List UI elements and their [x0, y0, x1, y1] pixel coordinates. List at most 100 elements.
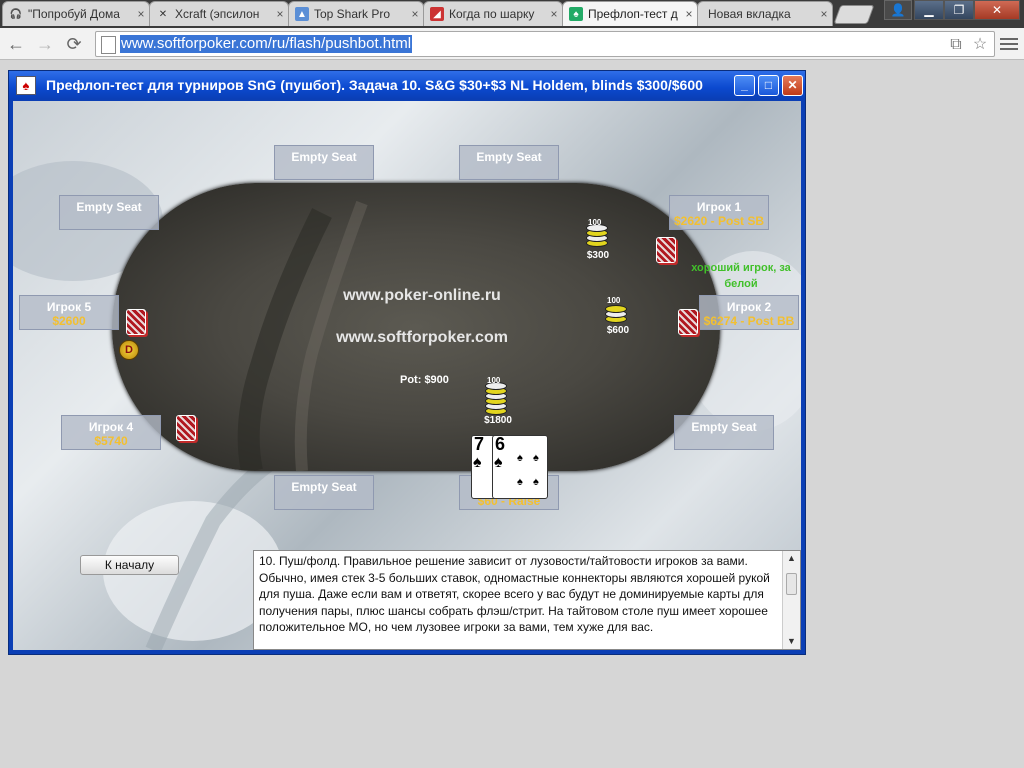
site-watermark-1: www.poker-online.ru	[343, 287, 501, 304]
player-stack: $2620 - Post SB	[673, 214, 765, 228]
app-window: ♠ Префлоп-тест для турниров SnG (пушбот)…	[8, 70, 806, 655]
tab-label: Префлоп-тест д	[588, 7, 678, 21]
explanation-text: 10. Пуш/фолд. Правильное решение зависит…	[259, 554, 770, 634]
site-watermark-2: www.softforpoker.com	[336, 329, 508, 346]
new-tab-button[interactable]	[833, 5, 875, 24]
seat-player2: Игрок 2 $6274 - Post BB	[699, 295, 799, 330]
player-stack: $6274 - Post BB	[703, 314, 795, 328]
tab-xcraft[interactable]: ✕ Xcraft (эпсилон ×	[149, 1, 289, 26]
seat-label: Empty Seat	[476, 150, 542, 164]
bet-amount: $600	[606, 325, 630, 336]
empty-seat[interactable]: Empty Seat	[274, 145, 374, 180]
seat-player1: Игрок 1 $2620 - Post SB	[669, 195, 769, 230]
explanation-box[interactable]: 10. Пуш/фолд. Правильное решение зависит…	[253, 550, 801, 650]
seat-label: Empty Seat	[691, 420, 757, 434]
page-icon	[101, 36, 116, 54]
window-close-button[interactable]: ✕	[974, 0, 1020, 20]
tab-label: Xcraft (эпсилон	[175, 7, 260, 21]
empty-seat[interactable]: Empty Seat	[459, 145, 559, 180]
tab-label: "Попробуй Дома	[28, 7, 120, 21]
chip-stack-icon: 100	[485, 376, 507, 415]
scroll-up-icon[interactable]: ▲	[783, 551, 800, 566]
scrollbar[interactable]: ▲ ▼	[782, 551, 800, 649]
spade-icon: ♠	[517, 452, 523, 464]
app-minimize-button[interactable]: _	[734, 75, 755, 96]
spade-icon: ♠	[533, 452, 539, 464]
chip-stack-icon: 100	[586, 218, 608, 247]
back-to-start-button[interactable]: К началу	[80, 555, 179, 575]
tab-popробуй[interactable]: 🎧 "Попробуй Дома ×	[2, 1, 150, 26]
tab-kogda-po-sharku[interactable]: ◢ Когда по шарку ×	[423, 1, 563, 26]
spade-icon: ♠	[533, 476, 539, 488]
forward-arrow-icon[interactable]: →	[33, 33, 57, 55]
empty-seat[interactable]: Empty Seat	[274, 475, 374, 510]
poker-stage: www.poker-online.ru www.softforpoker.com…	[13, 101, 801, 650]
seat-player4: Игрок 4 $5740	[61, 415, 161, 450]
pot-label: Pot: $900	[400, 374, 449, 386]
seat-label: Empty Seat	[76, 200, 142, 214]
close-icon[interactable]: ×	[272, 7, 288, 21]
player-name: Игрок 2	[726, 300, 772, 314]
chart-icon: ◢	[430, 7, 444, 21]
card-back-icon	[176, 415, 196, 441]
app-title-bar: ♠ Префлоп-тест для турниров SnG (пушбот)…	[9, 71, 805, 99]
user-icon[interactable]: 👤	[884, 0, 912, 20]
app-maximize-button[interactable]: □	[758, 75, 779, 96]
seat-player5: Игрок 5 $2600	[19, 295, 119, 330]
player-note: хороший игрок, за белой	[691, 262, 791, 290]
close-icon[interactable]: ×	[546, 7, 562, 21]
back-arrow-icon[interactable]: ←	[4, 33, 28, 55]
minimize-button[interactable]: ▁	[914, 0, 944, 20]
player-stack: $2600	[52, 314, 86, 328]
player-name: Игрок 1	[696, 200, 742, 214]
player-name: Игрок 5	[46, 300, 92, 314]
translate-icon[interactable]: ⧉	[946, 35, 966, 55]
seat-label: Empty Seat	[291, 150, 357, 164]
card-back-icon	[678, 309, 698, 335]
spade-icon: ♠	[517, 476, 523, 488]
tab-strip: 🎧 "Попробуй Дома × ✕ Xcraft (эпсилон × ▲…	[0, 0, 1024, 28]
cards-icon: ♠	[569, 7, 583, 21]
player-name: Игрок 4	[88, 420, 134, 434]
card-suit: ♠	[494, 454, 503, 471]
scroll-thumb[interactable]	[786, 573, 797, 595]
menu-icon[interactable]	[1000, 35, 1018, 53]
empty-seat[interactable]: Empty Seat	[59, 195, 159, 230]
reload-icon[interactable]: ⟳	[62, 33, 86, 55]
tab-preflop-test[interactable]: ♠ Префлоп-тест д ×	[562, 1, 698, 26]
seat-label: Empty Seat	[291, 480, 357, 494]
card-back-icon	[656, 237, 676, 263]
headphones-icon: 🎧	[9, 8, 23, 20]
close-icon[interactable]: ×	[133, 7, 149, 21]
address-bar[interactable]: www.softforpoker.com/ru/flash/pushbot.ht…	[95, 31, 995, 57]
chip-value: 100	[607, 296, 621, 305]
app-title: Префлоп-тест для турниров SnG (пушбот). …	[46, 77, 703, 93]
chip-value: 100	[487, 376, 501, 385]
crossed-swords-icon: ✕	[158, 8, 168, 20]
bookmark-star-icon[interactable]: ☆	[970, 35, 990, 55]
restore-button[interactable]: ❐	[944, 0, 974, 20]
player-stack: $5740	[94, 434, 128, 448]
app-close-button[interactable]: ✕	[782, 75, 803, 96]
bet-amount: $1800	[484, 415, 512, 426]
close-icon[interactable]: ×	[681, 7, 697, 21]
tab-top-shark[interactable]: ▲ Top Shark Pro ×	[288, 1, 424, 26]
empty-seat[interactable]: Empty Seat	[674, 415, 774, 450]
shark-icon: ▲	[295, 7, 309, 21]
close-icon[interactable]: ×	[816, 7, 832, 21]
close-icon[interactable]: ×	[407, 7, 423, 21]
url-text[interactable]: www.softforpoker.com/ru/flash/pushbot.ht…	[120, 35, 413, 53]
chip-stack-icon: 100	[605, 296, 627, 323]
card-back-icon	[126, 309, 146, 335]
chip-value: 100	[588, 218, 602, 227]
tab-new-tab[interactable]: Новая вкладка ×	[697, 1, 833, 26]
card-rank: 7	[474, 434, 485, 454]
cards-icon: ♠	[16, 76, 36, 95]
tab-label: Новая вкладка	[708, 7, 791, 21]
bet-amount: $300	[586, 250, 610, 261]
scroll-down-icon[interactable]: ▼	[783, 634, 800, 649]
tab-label: Top Shark Pro	[314, 7, 391, 21]
tab-label: Когда по шарку	[449, 7, 535, 21]
card-rank: 6	[495, 434, 506, 454]
dealer-button-icon: D	[119, 340, 139, 360]
